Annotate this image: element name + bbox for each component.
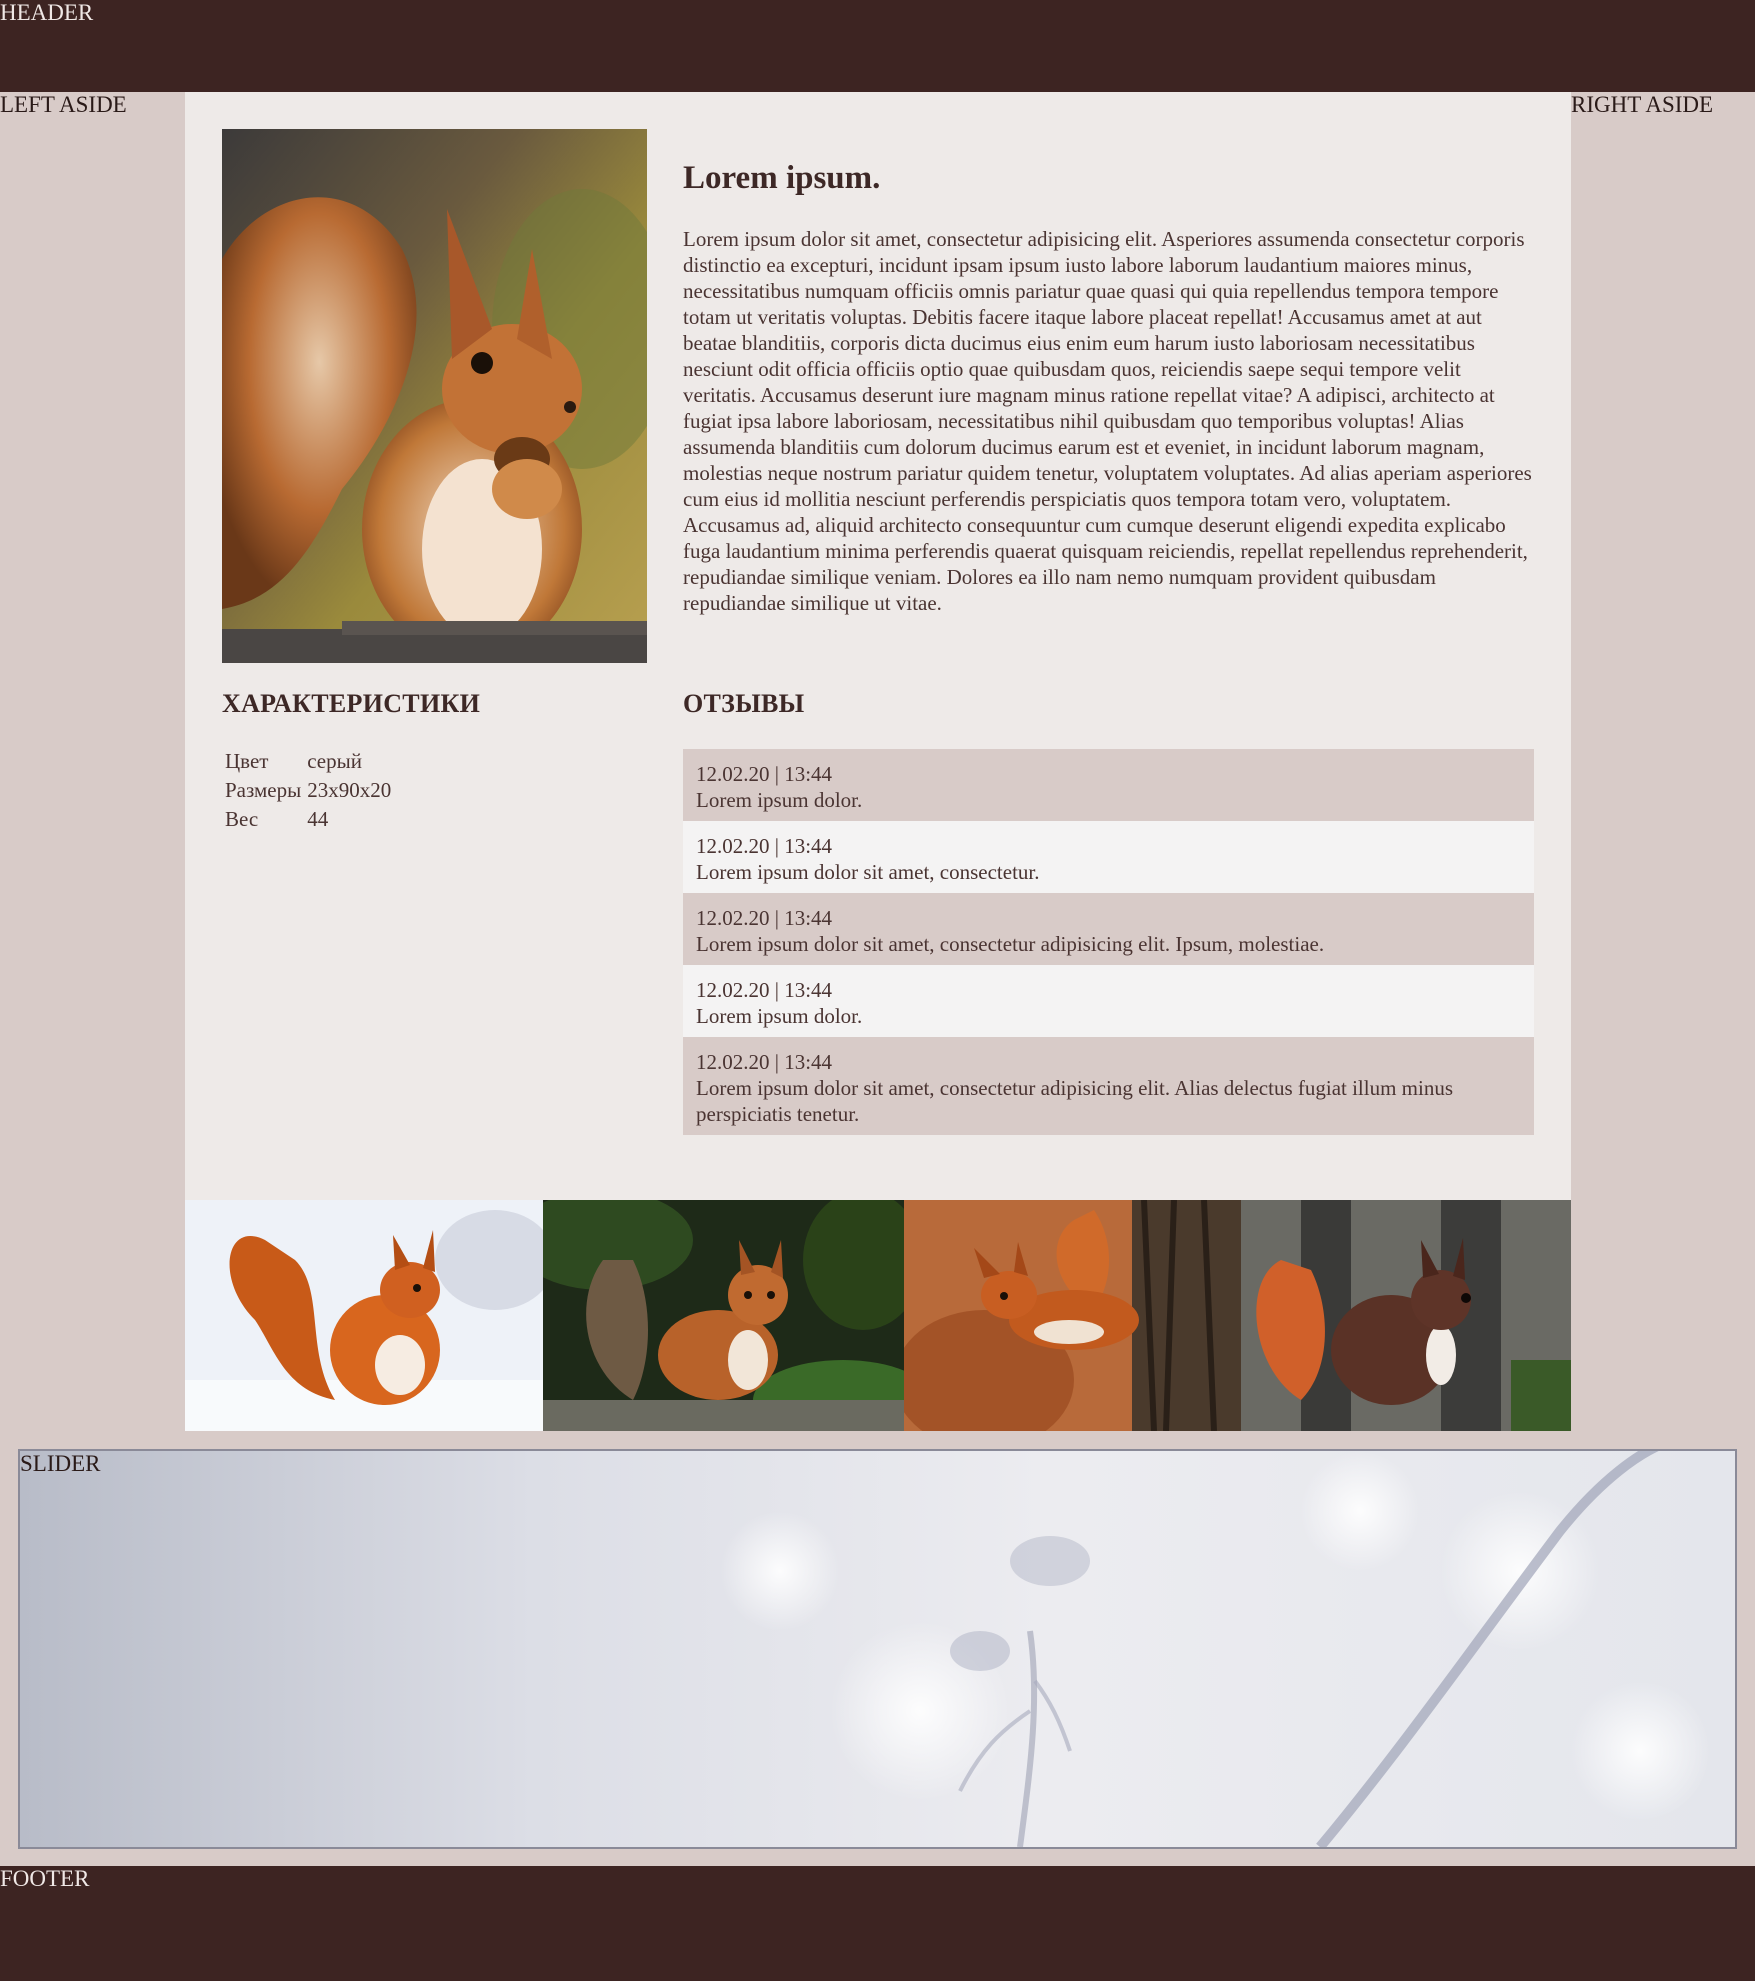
left-aside-label: LEFT ASIDE: [0, 92, 127, 117]
specs-row: Цвет серый: [222, 747, 394, 776]
review-date: 12.02.20 | 13:44: [696, 978, 833, 1002]
image-slider[interactable]: SLIDER: [18, 1449, 1737, 1849]
specs-row: Вес 44: [222, 805, 394, 834]
specs-row: Размеры 23х90х20: [222, 776, 394, 805]
right-aside-label: RIGHT ASIDE: [1571, 92, 1714, 117]
spec-label: Вес: [225, 807, 259, 831]
header: HEADER: [0, 0, 1755, 92]
spec-label: Цвет: [225, 749, 269, 773]
spec-label: Размеры: [225, 778, 302, 802]
review-text: Lorem ipsum dolor sit amet, consectetur.: [696, 860, 1040, 884]
review-date: 12.02.20 | 13:44: [696, 834, 833, 858]
gallery-photo-forest-squirrel[interactable]: [543, 1200, 904, 1431]
reviews-heading: ОТЗЫВЫ: [683, 689, 805, 718]
footer-label: FOOTER: [0, 1866, 90, 1891]
gallery-photo-fence-squirrel[interactable]: [1241, 1200, 1571, 1431]
review-item: 12.02.20 | 13:44 Lorem ipsum dolor.: [683, 965, 1534, 1037]
spec-value: 23х90х20: [307, 778, 392, 802]
review-item: 12.02.20 | 13:44 Lorem ipsum dolor sit a…: [683, 821, 1534, 893]
product-title: Lorem ipsum.: [683, 160, 881, 196]
review-date: 12.02.20 | 13:44: [696, 762, 833, 786]
review-text: Lorem ipsum dolor sit amet, consectetur …: [696, 1076, 1454, 1126]
product-description: Lorem ipsum dolor sit amet, consectetur …: [683, 227, 1532, 615]
review-date: 12.02.20 | 13:44: [696, 1050, 833, 1074]
review-text: Lorem ipsum dolor sit amet, consectetur …: [696, 932, 1325, 956]
squirrel-main-photo[interactable]: [222, 129, 647, 663]
reviews-list: 12.02.20 | 13:44 Lorem ipsum dolor. 12.0…: [683, 749, 1534, 1135]
gallery-photo-tree-squirrel[interactable]: [904, 1200, 1241, 1431]
photo-gallery: [185, 1200, 1571, 1431]
review-item: 12.02.20 | 13:44 Lorem ipsum dolor sit a…: [683, 893, 1534, 965]
slider-label: SLIDER: [20, 1451, 101, 1476]
footer: FOOTER: [0, 1866, 1755, 1981]
review-item: 12.02.20 | 13:44 Lorem ipsum dolor sit a…: [683, 1037, 1534, 1135]
main-content: Lorem ipsum. Lorem ipsum dolor sit amet,…: [185, 92, 1571, 1200]
spec-value: серый: [307, 749, 362, 773]
gallery-photo-snow-squirrel[interactable]: [185, 1200, 543, 1431]
review-text: Lorem ipsum dolor.: [696, 788, 863, 812]
review-item: 12.02.20 | 13:44 Lorem ipsum dolor.: [683, 749, 1534, 821]
spec-value: 44: [307, 807, 329, 831]
specs-table: Цвет серый Размеры 23х90х20 Вес 44: [222, 747, 394, 834]
review-text: Lorem ipsum dolor.: [696, 1004, 863, 1028]
specs-heading: ХАРАКТЕРИСТИКИ: [222, 689, 481, 718]
review-date: 12.02.20 | 13:44: [696, 906, 833, 930]
header-label: HEADER: [0, 0, 94, 25]
